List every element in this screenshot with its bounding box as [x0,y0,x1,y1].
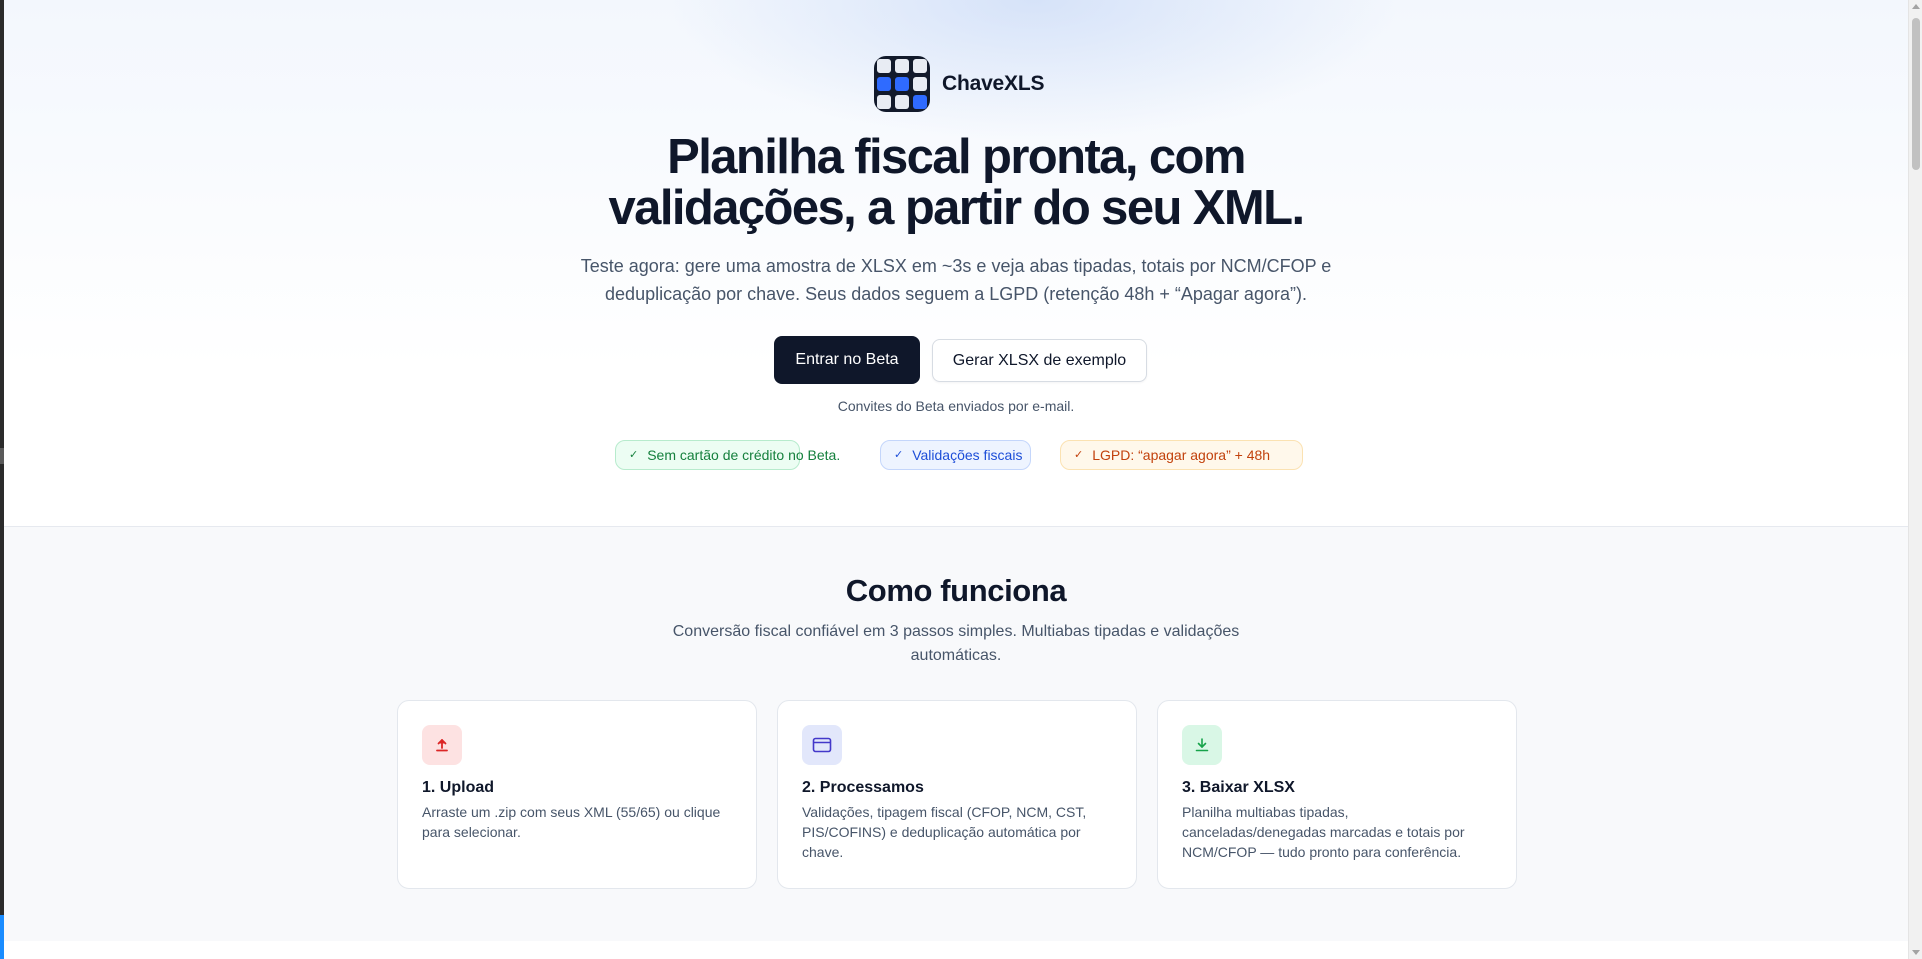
hero-headline-line-1: Planilha fiscal pronta, com [667,130,1246,184]
hero-headline: Planilha fiscal pronta, com validações, … [456,132,1456,234]
check-icon: ✓ [894,448,904,461]
badge-no-credit-card: ✓ Sem cartão de crédito no Beta. [615,440,840,470]
generate-sample-xlsx-button[interactable]: Gerar XLSX de exemplo [932,339,1147,382]
hero-subtitle-line-1: Teste agora: gere uma amostra de XLSX em… [580,256,1332,276]
hero-subtitle: Teste agora: gere uma amostra de XLSX em… [556,252,1356,308]
step-description: Arraste um .zip com seus XML (55/65) ou … [422,804,721,840]
next-section-edge [4,941,1908,959]
step-title: 3. Baixar XLSX [1182,779,1295,796]
badge-label: LGPD: “apagar agora” + 48h [1092,447,1271,463]
scroll-up-arrow-icon[interactable] [1912,4,1920,9]
step-card-download: 3. Baixar XLSX Planilha multiabas tipada… [1157,700,1517,889]
hero-headline-line-2: validações, a partir do seu XML. [608,181,1306,235]
scroll-down-arrow-icon[interactable] [1912,950,1920,955]
badge-lgpd: ✓ LGPD: “apagar agora” + 48h [1060,440,1303,470]
beta-invite-note: Convites do Beta enviados por e-mail. [837,398,1075,414]
section-subtitle: Conversão fiscal confiável em 3 passos s… [636,620,1276,668]
hero-subtitle-line-2: deduplicação por chave. Seus dados segue… [605,284,1307,304]
step-card-process: 2. Processamos Validações, tipagem fisca… [777,700,1137,889]
badge-label: Validações fiscais [912,447,1023,463]
download-icon [1182,725,1222,765]
vertical-scrollbar[interactable] [1908,0,1922,959]
step-description: Planilha multiabas tipadas, canceladas/d… [1182,804,1465,860]
check-icon: ✓ [629,448,639,461]
brand-name: ChaveXLS [942,72,1045,95]
section-subtitle-line-1: Conversão fiscal confiável em 3 passos s… [672,623,1240,640]
page-viewport: ChaveXLS Planilha fiscal pronta, com val… [4,0,1908,959]
section-subtitle-line-2: automáticas. [910,647,1002,664]
section-title: Como funciona [845,573,1067,608]
upload-icon [422,725,462,765]
step-description: Validações, tipagem fiscal (CFOP, NCM, C… [802,804,1087,860]
scrollbar-thumb[interactable] [1912,18,1920,170]
hero-section: ChaveXLS Planilha fiscal pronta, com val… [4,0,1908,527]
brand[interactable]: ChaveXLS [874,56,1044,112]
step-card-upload: 1. Upload Arraste um .zip com seus XML (… [397,700,757,889]
step-title: 1. Upload [422,779,495,796]
badge-label: Sem cartão de crédito no Beta. [647,447,841,463]
badge-fiscal-validations: ✓ Validações fiscais [880,440,1031,470]
step-title: 2. Processamos [802,779,924,796]
check-icon: ✓ [1074,448,1084,461]
grid-logo-icon [874,56,930,112]
join-beta-button[interactable]: Entrar no Beta [774,336,920,384]
how-it-works-section: Como funciona Conversão fiscal confiável… [4,527,1908,941]
card-icon [802,725,842,765]
